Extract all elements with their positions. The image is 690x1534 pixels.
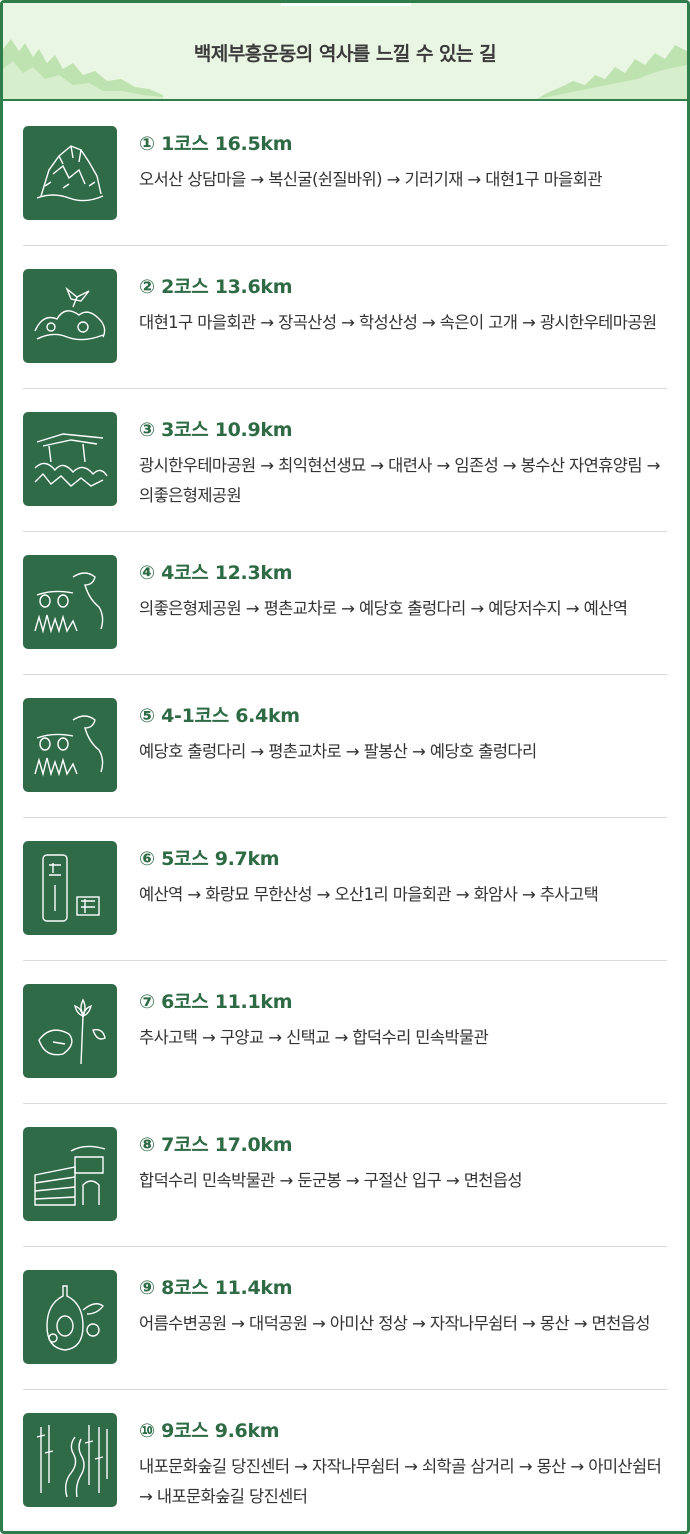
course-thumbnail bbox=[23, 1270, 117, 1364]
stone-stele-seal-icon bbox=[42, 854, 100, 922]
course-thumbnail bbox=[23, 841, 117, 935]
course-title: ⑤ 4-1코스 6.4km bbox=[139, 705, 300, 727]
course-title: ④ 4코스 12.3km bbox=[139, 562, 293, 584]
fortress-gate-icon bbox=[34, 1145, 106, 1206]
course-thumbnail bbox=[23, 698, 117, 792]
course-item-4[interactable]: ④ 4코스 12.3km 의좋은형제공원 → 평촌교차로 → 예당호 출렁다리 … bbox=[23, 532, 667, 675]
course-route: 합덕수리 민속박물관 → 둔군봉 → 구절산 입구 → 면천읍성 bbox=[139, 1171, 523, 1190]
course-item-5[interactable]: ⑥ 5코스 9.7km 예산역 → 화랑묘 무한산성 → 오산1리 마을회관 →… bbox=[23, 818, 667, 961]
course-title: ③ 3코스 10.9km bbox=[139, 419, 293, 441]
lotus-flower-icon bbox=[38, 998, 106, 1065]
course-item-2[interactable]: ② 2코스 13.6km 대현1구 마을회관 → 장곡산성 → 학성산성 → 속… bbox=[23, 246, 667, 389]
wine-jar-flowers-icon bbox=[46, 1285, 104, 1351]
course-thumbnail bbox=[23, 1127, 117, 1221]
crane-over-hills-icon bbox=[34, 286, 106, 341]
birch-forest-path-icon bbox=[36, 1425, 108, 1498]
course-route: 내포문화숲길 당진센터 → 자작나무쉼터 → 쇠학골 삼거리 → 몽산 → 아미… bbox=[139, 1457, 662, 1506]
course-title: ⑦ 6코스 11.1km bbox=[139, 991, 293, 1013]
course-route: 광시한우테마공원 → 최익현선생묘 → 대련사 → 임존성 → 봉수산 자연휴양… bbox=[139, 456, 660, 505]
course-item-3[interactable]: ③ 3코스 10.9km 광시한우테마공원 → 최익현선생묘 → 대련사 → 임… bbox=[23, 389, 667, 532]
course-route: 예산역 → 화랑묘 무한산성 → 오산1리 마을회관 → 화암사 → 추사고택 bbox=[139, 885, 599, 904]
course-route: 어름수변공원 → 대덕공원 → 아미산 정상 → 자작나무쉼터 → 몽산 → 면… bbox=[139, 1314, 650, 1333]
temple-forest-icon bbox=[34, 433, 108, 487]
course-route: 의좋은형제공원 → 평촌교차로 → 예당호 출렁다리 → 예당저수지 → 예산역 bbox=[139, 599, 628, 618]
course-item-8[interactable]: ⑨ 8코스 11.4km 어름수변공원 → 대덕공원 → 아미산 정상 → 자작… bbox=[23, 1247, 667, 1390]
course-thumbnail bbox=[23, 126, 117, 220]
course-item-9[interactable]: ⑩ 9코스 9.6km 내포문화숲길 당진센터 → 자작나무쉼터 → 쇠학골 삼… bbox=[23, 1390, 667, 1533]
course-item-6[interactable]: ⑦ 6코스 11.1km 추사고택 → 구양교 → 신택교 → 합덕수리 민속박… bbox=[23, 961, 667, 1104]
rock-mountain-icon bbox=[36, 145, 104, 202]
page-title: 백제부흥운동의 역사를 느낄 수 있는 길 bbox=[193, 42, 497, 65]
course-route: 추사고택 → 구양교 → 신택교 → 합덕수리 민속박물관 bbox=[139, 1028, 489, 1047]
course-route: 대현1구 마을회관 → 장곡산성 → 학성산성 → 속은이 고개 → 광시한우테… bbox=[139, 313, 657, 332]
dinosaur-lanterns-icon bbox=[34, 715, 104, 777]
course-thumbnail bbox=[23, 984, 117, 1078]
course-thumbnail bbox=[23, 269, 117, 363]
course-title: ⑩ 9코스 9.6km bbox=[139, 1420, 280, 1442]
course-title: ⑥ 5코스 9.7km bbox=[139, 848, 280, 870]
dinosaur-lanterns-icon bbox=[34, 572, 104, 634]
course-title: ② 2코스 13.6km bbox=[139, 276, 293, 298]
course-item-1[interactable]: ① 1코스 16.5km 오서산 상담마을 → 복신굴(쉰질바위) → 기러기재… bbox=[23, 103, 667, 246]
course-title: ⑧ 7코스 17.0km bbox=[139, 1134, 293, 1156]
course-route: 예당호 출렁다리 → 평촌교차로 → 팔봉산 → 예당호 출렁다리 bbox=[139, 742, 537, 761]
course-thumbnail bbox=[23, 555, 117, 649]
course-title: ① 1코스 16.5km bbox=[139, 133, 293, 155]
course-route: 오서산 상담마을 → 복신굴(쉰질바위) → 기러기재 → 대현1구 마을회관 bbox=[139, 170, 603, 189]
header-banner: 백제부흥운동의 역사를 느낄 수 있는 길 bbox=[3, 3, 687, 101]
course-thumbnail bbox=[23, 1413, 117, 1507]
course-item-4-1[interactable]: ⑤ 4-1코스 6.4km 예당호 출렁다리 → 평촌교차로 → 팔봉산 → 예… bbox=[23, 675, 667, 818]
course-panel: 백제부흥운동의 역사를 느낄 수 있는 길 ① 1코스 16.5km 오서산 상… bbox=[0, 0, 690, 1534]
course-thumbnail bbox=[23, 412, 117, 506]
course-title: ⑨ 8코스 11.4km bbox=[139, 1277, 293, 1299]
course-item-7[interactable]: ⑧ 7코스 17.0km 합덕수리 민속박물관 → 둔군봉 → 구절산 입구 →… bbox=[23, 1104, 667, 1247]
